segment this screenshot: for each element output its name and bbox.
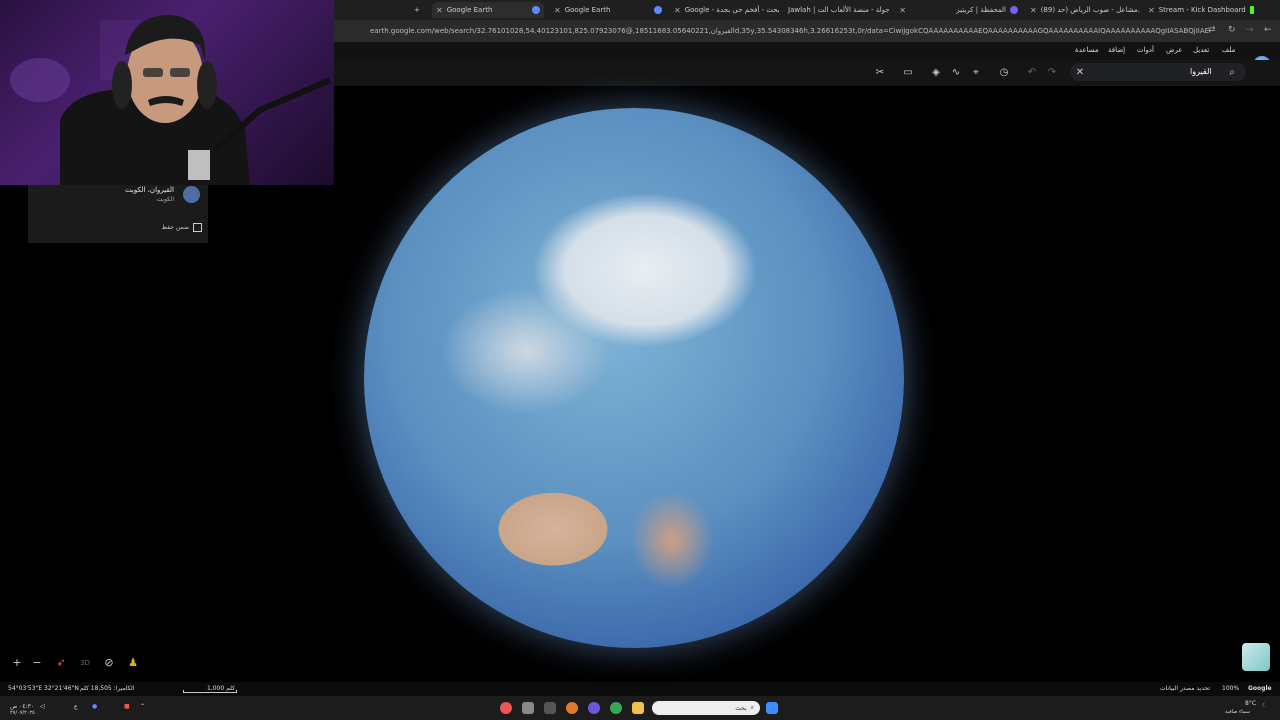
file-explorer-icon[interactable] (632, 702, 644, 714)
place-title: القيروان، الكويت (125, 186, 174, 194)
speaker-icon[interactable]: ◁ (40, 703, 45, 710)
save-place-button[interactable]: ضمن حفظ (150, 222, 202, 232)
capcut-taskbar-icon[interactable] (522, 702, 534, 714)
clock-date[interactable]: ٢٧/٠٧/٢٠٢٥ (10, 710, 35, 716)
tab-wallet[interactable]: المحفظة | كريتيز (914, 2, 1022, 18)
weather-temp[interactable]: 8°C (1245, 700, 1256, 707)
close-measure-icon[interactable]: ✂ (873, 66, 887, 80)
undo-icon[interactable]: ↶ (1025, 66, 1039, 80)
search-input[interactable]: القيروا (1190, 67, 1212, 76)
tab-label: المحفظة | كريتيز (956, 6, 1006, 14)
no-location-icon[interactable]: ⊘ (102, 656, 116, 670)
pegman-icon[interactable]: ♟ (126, 656, 140, 670)
back-icon[interactable]: ← (1264, 25, 1272, 35)
tab-label: Google Earth (564, 6, 611, 14)
menu-tools[interactable]: أدوات (1137, 46, 1154, 54)
translate-icon[interactable]: ⇄ (1208, 25, 1216, 35)
tab-label: Google - بحث - أفخم حي بجدة (684, 6, 780, 14)
task-view-icon[interactable] (544, 702, 556, 714)
streamer-figure (10, 15, 332, 185)
app-taskbar-icon[interactable] (500, 702, 512, 714)
close-icon[interactable]: ✕ (1148, 6, 1155, 15)
tab-google-earth-active[interactable]: ✕ Google Earth (432, 2, 544, 18)
status-bar (0, 682, 1280, 696)
mic-icon[interactable]: ● (92, 703, 97, 710)
google-logo: Google (1248, 685, 1272, 692)
tab-label: Jawlah | جولة - منصة الألعاب الت (788, 6, 890, 14)
toggle-3d-button[interactable]: 3D (78, 656, 92, 670)
earth-favicon-icon (532, 6, 540, 14)
layers-icon[interactable]: ◈ (929, 66, 943, 80)
place-subtitle: الكويت (156, 196, 174, 203)
menu-edit[interactable]: تعديل (1193, 46, 1209, 54)
reload-icon[interactable]: ↻ (1228, 25, 1236, 35)
new-tab-button[interactable]: + (414, 2, 426, 18)
clear-search-icon[interactable]: ✕ (1073, 66, 1087, 80)
start-button-icon[interactable] (766, 702, 778, 714)
placemark-icon[interactable]: ⌖ (969, 66, 983, 80)
search-placeholder: بحث (735, 704, 747, 712)
coordinates-readout: 54°03'53"E 32°21'46"N (8, 685, 79, 692)
tab-jawlah[interactable]: Jawlah | جولة - منصة الألعاب الت ✕ (788, 2, 910, 18)
redo-icon[interactable]: ↷ (1045, 66, 1059, 80)
tab-label: Stream - Kick Dashboard (1158, 6, 1246, 14)
menu-help[interactable]: مساعدة (1075, 46, 1099, 54)
webcam-overlay (0, 0, 334, 185)
clock-time[interactable]: ٠٤:٣٠ ص (10, 703, 34, 710)
weather-moon-icon: ☾ (1262, 702, 1268, 709)
tray-overflow-icon[interactable]: ⌃ (140, 703, 145, 710)
record-icon[interactable]: ■ (124, 703, 130, 710)
save-label: ضمن حفظ (161, 223, 189, 231)
plus-icon: + (414, 6, 420, 14)
camera-altitude: الكاميرا: 18,505 كلم (80, 685, 135, 692)
forward-icon[interactable]: → (1246, 25, 1254, 35)
zoom-in-button[interactable]: + (10, 656, 24, 670)
close-icon[interactable]: ✕ (1030, 6, 1037, 15)
location-pin-icon (183, 186, 200, 203)
path-icon[interactable]: ∿ (949, 66, 963, 80)
tab-youtube[interactable]: ✕ (89) مشاعل - صوب الرياض (حد... (1026, 2, 1140, 18)
zoom-out-button[interactable]: − (30, 656, 44, 670)
history-icon[interactable]: ◷ (997, 66, 1011, 80)
kick-favicon-icon (1249, 6, 1254, 14)
menu-file[interactable]: ملف (1222, 46, 1235, 54)
chrome-taskbar-icon[interactable] (610, 702, 622, 714)
language-indicator[interactable]: ع (74, 703, 78, 710)
ruler-icon[interactable]: ▭ (901, 66, 915, 80)
tab-kick-dashboard[interactable]: ✕ Stream - Kick Dashboard (1144, 2, 1258, 18)
close-icon[interactable]: ✕ (899, 6, 906, 15)
search-icon[interactable]: ⌕ (1225, 66, 1239, 80)
wallet-favicon-icon (1010, 6, 1018, 14)
menu-add[interactable]: إضافة (1108, 46, 1125, 54)
menu-view[interactable]: عرض (1166, 46, 1183, 54)
search-icon: ⌕ (750, 704, 754, 711)
bookmark-icon (193, 222, 202, 232)
map-style-thumbnail[interactable] (1242, 643, 1270, 671)
data-credit-link[interactable]: تحديد مصدر البيانات (1160, 685, 1210, 692)
close-icon[interactable]: ✕ (674, 6, 681, 15)
close-icon[interactable]: ✕ (554, 6, 561, 15)
tab-google-earth[interactable]: ✕ Google Earth (550, 2, 666, 18)
tab-google-search[interactable]: ✕ Google - بحث - أفخم حي بجدة (670, 2, 784, 18)
earth-search-box[interactable] (1070, 63, 1246, 81)
firefox-taskbar-icon[interactable] (566, 702, 578, 714)
discord-taskbar-icon[interactable] (588, 702, 600, 714)
url-field[interactable]: earth.google.com/web/search/32.76101028,… (370, 24, 1210, 38)
earth-globe[interactable] (364, 108, 904, 648)
zoom-level: 100% (1222, 685, 1240, 692)
close-icon[interactable]: ✕ (436, 6, 443, 15)
tab-label: (89) مشاعل - صوب الرياض (حد... (1040, 6, 1140, 14)
earth-favicon-icon (654, 6, 662, 14)
tab-label: Google Earth (446, 6, 493, 14)
taskbar-search[interactable]: بحث ⌕ (652, 701, 760, 715)
scale-bar (183, 690, 237, 693)
compass-icon[interactable]: ➶ (54, 656, 68, 670)
weather-desc: سماء صافية (1225, 709, 1250, 715)
